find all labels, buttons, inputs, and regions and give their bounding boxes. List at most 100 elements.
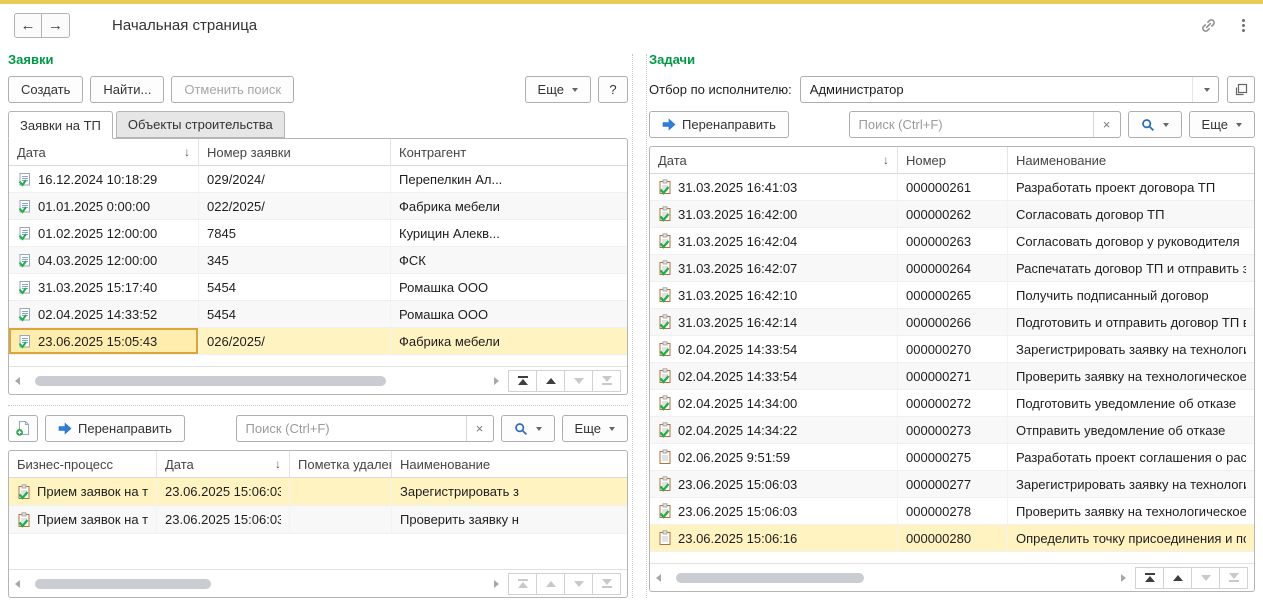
tab-construction-objects[interactable]: Объекты строительства (116, 111, 285, 138)
column-header-date[interactable]: Дата ↓ (650, 147, 898, 173)
search-input[interactable] (850, 117, 1093, 132)
table-row[interactable]: 01.02.2025 12:00:007845Курицин Алекв... (9, 220, 627, 247)
search-input[interactable] (237, 421, 466, 436)
document-posted-icon (17, 172, 32, 187)
go-last-button[interactable] (592, 573, 621, 595)
scroll-right-icon[interactable] (1121, 574, 1126, 582)
table-row[interactable]: 02.04.2025 14:34:22000000273Отправить ув… (650, 417, 1254, 444)
horizontal-splitter[interactable] (8, 405, 628, 406)
column-header-date[interactable]: Дата ↓ (157, 451, 290, 477)
table-row[interactable]: 02.04.2025 14:34:00000000272Подготовить … (650, 390, 1254, 417)
redirect-button[interactable]: Перенаправить (649, 111, 789, 138)
table-row[interactable]: 31.03.2025 16:41:03000000261Разработать … (650, 174, 1254, 201)
cell-number: 000000272 (898, 390, 1008, 416)
cell-process: Прием заявок на те... (9, 506, 157, 533)
search-options-button[interactable] (1128, 111, 1182, 138)
table-row[interactable]: 01.01.2025 0:00:00022/2025/Фабрика мебел… (9, 193, 627, 220)
table-row[interactable]: 02.04.2025 14:33:54000000270Зарегистриро… (650, 336, 1254, 363)
column-header-contragent[interactable]: Контрагент (391, 139, 627, 165)
row-navigation-buttons (509, 573, 621, 595)
requests-panel-title: Заявки (8, 48, 628, 76)
clear-search-icon[interactable]: × (1093, 112, 1120, 137)
choose-from-list-button[interactable] (1227, 76, 1255, 103)
create-button[interactable]: Создать (8, 76, 83, 103)
table-row[interactable]: 16.12.2024 10:18:29029/2024/Перепелкин А… (9, 166, 627, 193)
table-row[interactable]: 31.03.2025 16:42:00000000262Согласовать … (650, 201, 1254, 228)
combobox-dropdown-button[interactable] (1192, 77, 1218, 102)
table-row[interactable]: Прием заявок на те...23.06.2025 15:06:03… (9, 478, 627, 506)
hscrollbar-track[interactable] (26, 376, 488, 386)
go-down-button[interactable] (1191, 567, 1220, 589)
table-row[interactable]: 31.03.2025 16:42:14000000266Подготовить … (650, 309, 1254, 336)
go-first-button[interactable] (508, 370, 537, 392)
redirect-button[interactable]: Перенаправить (45, 415, 185, 442)
hscrollbar-track[interactable] (26, 579, 488, 589)
requests-table-scrollbar (9, 366, 627, 394)
cell-name: Согласовать договор у руководителя (1008, 228, 1254, 254)
back-button[interactable]: ← (14, 13, 42, 38)
table-row[interactable]: 02.04.2025 14:33:54000000271Проверить за… (650, 363, 1254, 390)
table-row[interactable]: 31.03.2025 16:42:10000000265Получить под… (650, 282, 1254, 309)
column-header-number[interactable]: Номер (898, 147, 1008, 173)
table-row[interactable]: 23.06.2025 15:06:03000000277Зарегистриро… (650, 471, 1254, 498)
go-first-button[interactable] (1135, 567, 1164, 589)
magnifier-icon (1141, 118, 1155, 132)
go-last-button[interactable] (592, 370, 621, 392)
go-first-button[interactable] (508, 573, 537, 595)
column-header-deletion-mark[interactable]: Пометка удаления (290, 451, 392, 477)
column-header-name[interactable]: Наименование (1008, 147, 1254, 173)
panel-splitter[interactable] (632, 54, 647, 598)
forward-button[interactable]: → (42, 13, 70, 38)
table-row[interactable]: 31.03.2025 15:17:405454Ромашка ООО (9, 274, 627, 301)
hscrollbar-track[interactable] (667, 573, 1115, 583)
hscrollbar-thumb[interactable] (676, 573, 864, 583)
column-header-name[interactable]: Наименование (392, 451, 627, 477)
table-row[interactable]: 31.03.2025 16:42:04000000263Согласовать … (650, 228, 1254, 255)
cell-contragent: Фабрика мебели (391, 193, 627, 219)
cancel-search-button[interactable]: Отменить поиск (171, 76, 294, 103)
table-row[interactable]: 23.06.2025 15:06:16000000280Определить т… (650, 525, 1254, 552)
scroll-left-icon[interactable] (15, 377, 20, 385)
chevron-down-icon (1236, 123, 1242, 127)
cell-date: 02.04.2025 14:34:22 (650, 417, 898, 443)
tab-requests-tp[interactable]: Заявки на ТП (8, 111, 113, 139)
table-row[interactable]: 04.03.2025 12:00:00345ФСК (9, 247, 627, 274)
hscrollbar-thumb[interactable] (35, 579, 211, 589)
scroll-right-icon[interactable] (494, 580, 499, 588)
hscrollbar-thumb[interactable] (35, 376, 386, 386)
column-header-date[interactable]: Дата ↓ (9, 139, 199, 165)
table-row[interactable]: 02.04.2025 14:33:525454Ромашка ООО (9, 301, 627, 328)
scroll-left-icon[interactable] (656, 574, 661, 582)
column-header-number[interactable]: Номер заявки (199, 139, 391, 165)
scroll-right-icon[interactable] (494, 377, 499, 385)
clear-search-icon[interactable]: × (466, 416, 493, 441)
table-row[interactable]: 23.06.2025 15:06:03000000278Проверить за… (650, 498, 1254, 525)
table-row[interactable]: 31.03.2025 16:42:07000000264Распечатать … (650, 255, 1254, 282)
column-header-process[interactable]: Бизнес-процесс (9, 451, 157, 477)
requests-table: Дата ↓ Номер заявки Контрагент 16.12.202… (8, 138, 628, 395)
table-row[interactable]: Прием заявок на те...23.06.2025 15:06:03… (9, 506, 627, 534)
executor-combobox[interactable]: Администратор (800, 76, 1219, 103)
more-button[interactable]: Еще (562, 415, 628, 442)
search-options-button[interactable] (501, 415, 555, 442)
cell-date: 31.03.2025 16:42:04 (650, 228, 898, 254)
cell-name: Определить точку присоединения и под (1008, 525, 1254, 551)
table-row[interactable]: 23.06.2025 15:05:43026/2025/Фабрика мебе… (9, 328, 627, 355)
more-button[interactable]: Еще (1189, 111, 1255, 138)
go-down-button[interactable] (564, 573, 593, 595)
more-button[interactable]: Еще (525, 76, 591, 103)
help-button[interactable]: ? (598, 76, 628, 103)
go-last-button[interactable] (1219, 567, 1248, 589)
go-up-button[interactable] (1163, 567, 1192, 589)
scroll-left-icon[interactable] (15, 580, 20, 588)
link-icon[interactable] (1199, 16, 1218, 35)
find-button[interactable]: Найти... (90, 76, 164, 103)
create-based-on-button[interactable] (8, 415, 38, 442)
cell-date: 31.03.2025 16:42:14 (650, 309, 898, 335)
go-up-button[interactable] (536, 370, 565, 392)
go-up-button[interactable] (536, 573, 565, 595)
table-row[interactable]: 02.06.2025 9:51:59000000275Разработать п… (650, 444, 1254, 471)
more-menu-icon[interactable] (1240, 17, 1247, 34)
new-document-icon (15, 420, 31, 437)
go-down-button[interactable] (564, 370, 593, 392)
